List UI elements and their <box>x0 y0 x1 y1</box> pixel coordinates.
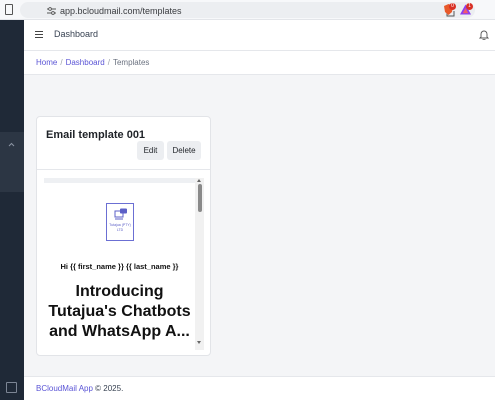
scroll-up-arrow-icon[interactable] <box>197 179 201 182</box>
top-header: Dashboard <box>24 20 495 51</box>
address-bar[interactable]: app.bcloudmail.com/templates <box>20 2 475 18</box>
brave-shield-icon[interactable]: 0 <box>442 3 456 16</box>
template-card: Email template 001 Edit Delete Tutajua (… <box>36 116 211 356</box>
footer: BCloudMail App © 2025. <box>24 376 495 400</box>
logo-text: Tutajua (PTY) LTD <box>109 223 131 232</box>
scroll-down-arrow-icon[interactable] <box>197 341 201 344</box>
extension-badge: 0 <box>449 3 456 10</box>
template-preview[interactable]: Tutajua (PTY) LTD Hi {{ first_name }} {{… <box>44 178 204 350</box>
edit-button[interactable]: Edit <box>137 141 164 160</box>
sidebar-toggle-icon[interactable] <box>6 382 17 393</box>
breadcrumb-home-link[interactable]: Home <box>36 58 57 67</box>
hamburger-icon[interactable] <box>35 31 43 39</box>
template-title: Email template 001 <box>46 129 146 141</box>
chat-logo-icon <box>114 208 127 220</box>
footer-copyright: © 2025. <box>95 384 124 393</box>
breadcrumb: Home / Dashboard / Templates <box>36 58 149 67</box>
breadcrumb-current: Templates <box>112 58 150 67</box>
extension-badge: 1 <box>466 3 473 10</box>
company-logo: Tutajua (PTY) LTD <box>106 203 134 241</box>
chevron-up-icon[interactable] <box>7 140 16 149</box>
url-text[interactable]: app.bcloudmail.com/templates <box>60 5 182 17</box>
bookmark-icon[interactable] <box>5 4 13 15</box>
browser-toolbar: app.bcloudmail.com/templates 0 1 <box>0 0 495 20</box>
tune-icon[interactable] <box>47 7 56 15</box>
bell-icon[interactable] <box>479 29 489 40</box>
rewards-icon[interactable]: 1 <box>459 3 473 16</box>
scrollbar-thumb[interactable] <box>197 184 202 212</box>
email-headline: Introducing Tutajua's Chatbots and Whats… <box>48 283 191 340</box>
page-title: Dashboard <box>54 29 99 39</box>
footer-text: BCloudMail App © 2025. <box>36 384 123 393</box>
breadcrumb-bar: Home / Dashboard / Templates <box>24 51 495 75</box>
footer-app-link[interactable]: BCloudMail App <box>36 384 93 393</box>
breadcrumb-separator: / <box>60 58 63 67</box>
card-divider <box>37 169 210 170</box>
breadcrumb-separator: / <box>107 58 110 67</box>
delete-button[interactable]: Delete <box>167 141 201 160</box>
email-greeting: Hi {{ first_name }} {{ last_name }} <box>60 262 179 271</box>
breadcrumb-dashboard-link[interactable]: Dashboard <box>66 58 105 67</box>
sidebar <box>0 20 24 400</box>
preview-scrollbar[interactable] <box>195 178 204 350</box>
email-preview-body: Tutajua (PTY) LTD Hi {{ first_name }} {{… <box>44 183 195 350</box>
